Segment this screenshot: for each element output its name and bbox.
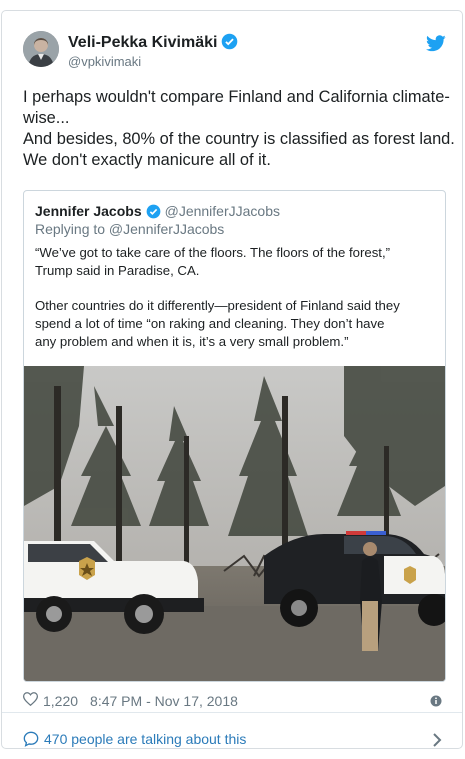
verified-badge-icon	[221, 33, 238, 55]
author-handle[interactable]: @vpkivimaki	[68, 54, 141, 69]
author-name-text[interactable]: Veli-Pekka Kivimäki	[68, 34, 217, 51]
tweet-line: We don't exactly manicure all of it.	[23, 151, 271, 169]
tweet-line: I perhaps wouldn't compare Finland and C…	[23, 88, 450, 106]
conversation-count[interactable]: 470 people are talking about this	[44, 731, 246, 747]
author-name[interactable]: Veli-Pekka Kivimäki	[68, 33, 238, 55]
twitter-bird-icon[interactable]	[426, 35, 446, 57]
speech-bubble-icon	[23, 731, 39, 747]
tweet-line: And besides, 80% of the country is class…	[23, 130, 455, 148]
quoted-photo[interactable]	[24, 366, 445, 681]
quoted-author[interactable]: Jennifer Jacobs @JenniferJJacobs	[35, 203, 280, 222]
author-avatar[interactable]	[23, 31, 59, 67]
tweet-line: wise...	[23, 109, 70, 127]
quoted-author-name: Jennifer Jacobs	[35, 203, 142, 219]
quoted-line: “We’ve got to take care of the floors. T…	[35, 245, 391, 260]
tweet-timestamp[interactable]: 8:47 PM - Nov 17, 2018	[90, 693, 238, 709]
quoted-tweet[interactable]: Jennifer Jacobs @JenniferJJacobs Replying…	[23, 190, 446, 682]
quoted-line: Trump said in Paradise, CA.	[35, 263, 200, 278]
footer-divider	[2, 712, 462, 713]
heart-icon[interactable]	[22, 692, 39, 709]
verified-badge-icon	[146, 204, 161, 222]
chevron-right-icon[interactable]	[432, 733, 442, 752]
replying-to: Replying to @JenniferJJacobs	[35, 221, 225, 237]
quoted-author-handle: @JenniferJJacobs	[164, 203, 280, 219]
like-count[interactable]: 1,220	[43, 693, 78, 709]
quoted-text: “We’ve got to take care of the floors. T…	[35, 244, 440, 351]
conversation-link[interactable]: 470 people are talking about this	[23, 731, 246, 747]
quoted-line: spend a lot of time “on raking and clean…	[35, 316, 385, 331]
tweet-text: I perhaps wouldn't compare Finland and C…	[23, 87, 455, 171]
embedded-tweet-card: Veli-Pekka Kivimäki @vpkivimaki I perhap…	[1, 10, 463, 749]
info-icon[interactable]	[430, 694, 442, 712]
tweet-meta: 1,220 8:47 PM - Nov 17, 2018	[22, 692, 238, 709]
quoted-line: any problem and when it is, it’s a very …	[35, 334, 349, 349]
quoted-line: Other countries do it differently—presid…	[35, 298, 400, 313]
